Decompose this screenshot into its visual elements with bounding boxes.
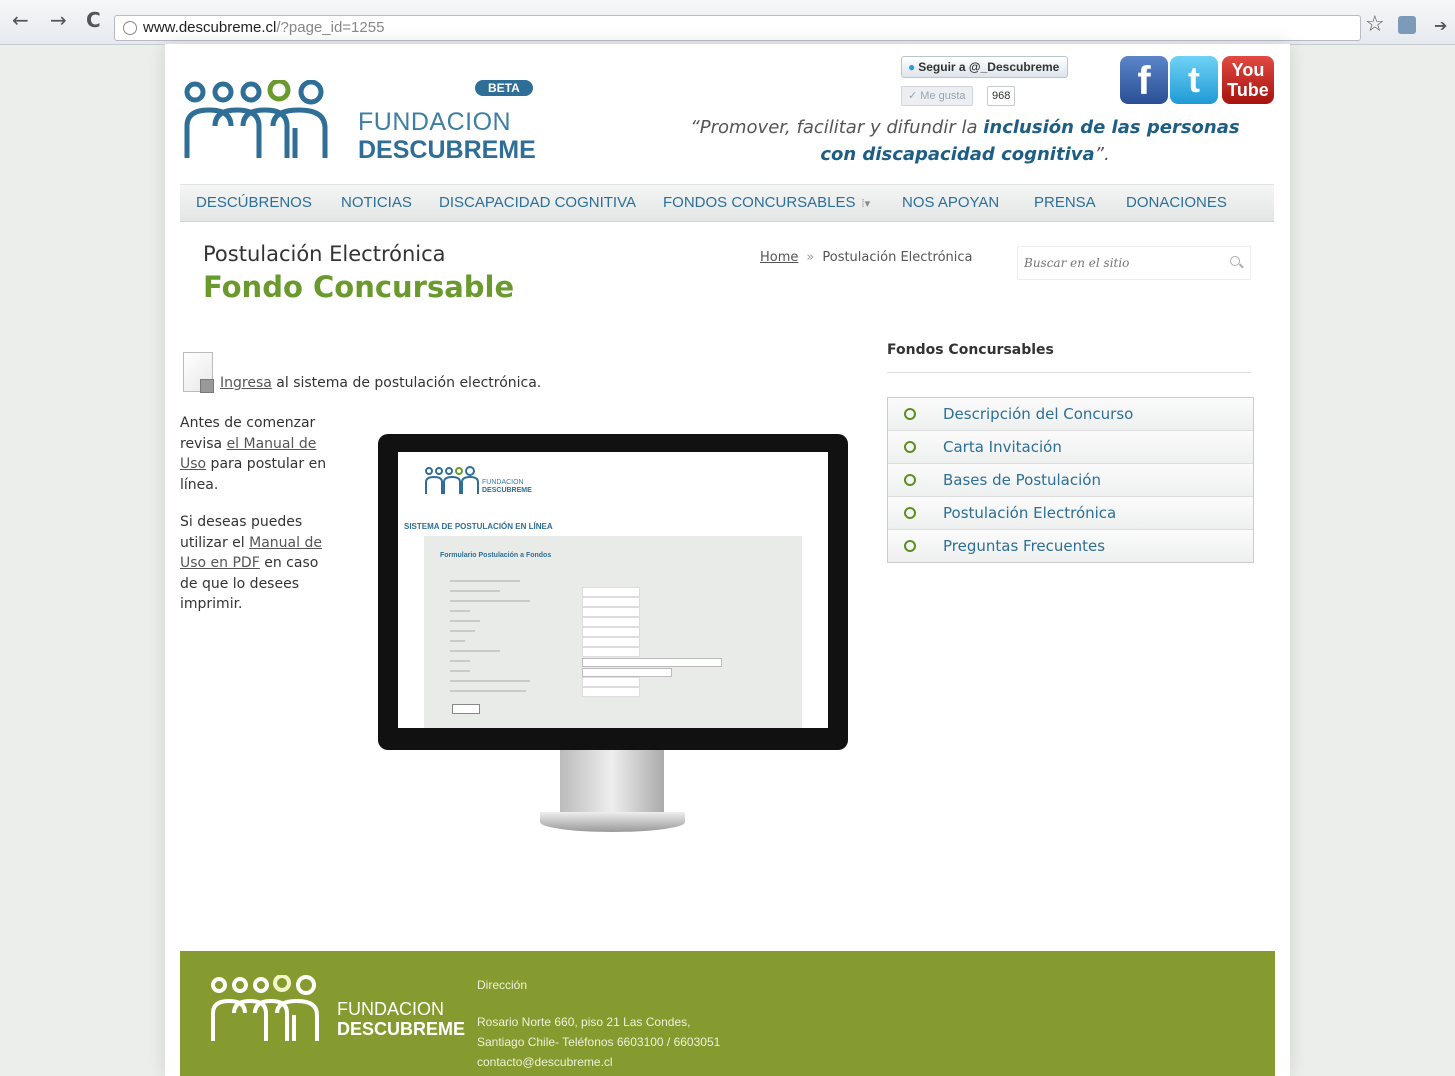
tagline: “Promover, facilitar y difundir la inclu… — [685, 114, 1245, 168]
url-host: www.descubreme.cl — [143, 19, 277, 36]
footer-address-2: Santiago Chile- Teléfonos 6603100 / 6603… — [477, 1035, 721, 1049]
tagline-end: ”. — [1094, 144, 1110, 165]
sidebar-item-descripcion[interactable]: Descripción del Concurso — [888, 398, 1253, 431]
footer-email[interactable]: contacto@descubreme.cl — [477, 1055, 613, 1069]
menu-item-prensa[interactable]: PRENSA — [1034, 185, 1096, 221]
screen-form-panel: Formulario Postulación a Fondos — [424, 536, 802, 728]
logo-people-icon — [184, 80, 328, 158]
sidebar-item-postulacion[interactable]: Postulación Electrónica — [888, 497, 1253, 530]
bullet-circle-icon — [904, 507, 916, 519]
extension-icon[interactable]: ➔ — [1434, 16, 1447, 35]
search-box — [1017, 246, 1251, 280]
svg-text:FUNDACION: FUNDACION — [482, 479, 524, 486]
sidebar-item-bases[interactable]: Bases de Postulación — [888, 464, 1253, 497]
bullet-circle-icon — [904, 474, 916, 486]
extension-icon[interactable] — [1398, 16, 1416, 34]
facebook-like-label: Me gusta — [920, 90, 966, 102]
back-icon[interactable]: ← — [12, 10, 29, 30]
bullet-circle-icon — [904, 540, 916, 552]
page-container: FUNDACION DESCUBREME BETA ● Seguir a @_De… — [165, 44, 1290, 1076]
ingresa-line: Ingresa al sistema de postulación electr… — [220, 375, 541, 391]
beta-badge: BETA — [475, 80, 533, 96]
tagline-highlight-1: inclusión de las personas — [983, 117, 1240, 138]
menu-item-noticias[interactable]: NOTICIAS — [341, 185, 412, 221]
document-icon — [183, 352, 214, 393]
forward-icon[interactable]: → — [50, 10, 67, 30]
youtube-label-bottom: Tube — [1227, 80, 1269, 100]
footer-address-1: Rosario Norte 660, piso 21 Las Condes, — [477, 1015, 691, 1029]
sidebar-title: Fondos Concursables — [887, 342, 1054, 358]
sidebar-divider — [887, 372, 1251, 373]
footer-logo-fundacion: FUNDACION — [337, 999, 444, 1019]
browser-toolbar: ← → C www.descubreme.cl/?page_id=1255 ☆ … — [0, 0, 1455, 45]
address-bar[interactable]: www.descubreme.cl/?page_id=1255 — [114, 15, 1361, 41]
menu-item-fondos-label: FONDOS CONCURSABLES — [663, 194, 856, 211]
twitter-follow-label: Seguir a @_Descubreme — [918, 60, 1060, 74]
facebook-like-button[interactable]: ✓ Me gusta — [901, 86, 973, 106]
sidebar-item-label: Descripción del Concurso — [943, 405, 1134, 423]
page-title: Postulación Electrónica — [203, 242, 446, 266]
bullet-circle-icon — [904, 441, 916, 453]
globe-icon — [123, 21, 137, 35]
menu-item-donaciones[interactable]: DONACIONES — [1126, 185, 1227, 221]
screen-title: SISTEMA DE POSTULACIÓN EN LÍNEA — [404, 522, 553, 531]
facebook-like-count: 968 — [987, 86, 1016, 106]
sidebar-item-label: Carta Invitación — [943, 438, 1062, 456]
search-input[interactable] — [1022, 251, 1216, 275]
reload-icon[interactable]: C — [86, 10, 101, 30]
sidebar-item-preguntas[interactable]: Preguntas Frecuentes — [888, 530, 1253, 562]
logo-text-fundacion: FUNDACION — [358, 108, 512, 136]
site-footer: FUNDACION DESCUBREME Dirección Rosario N… — [180, 951, 1275, 1076]
page-subtitle: Fondo Concursable — [203, 270, 515, 304]
twitter-follow-button[interactable]: ● Seguir a @_Descubreme — [901, 56, 1069, 78]
sidebar-menu: Descripción del Concurso Carta Invitació… — [887, 397, 1254, 563]
tagline-highlight-2: con discapacidad cognitiva — [820, 144, 1095, 165]
facebook-icon[interactable]: f — [1120, 56, 1168, 104]
ingresa-text: al sistema de postulación electrónica. — [271, 375, 542, 391]
menu-item-discapacidad-cognitiva[interactable]: DISCAPACIDAD COGNITIVA — [439, 185, 636, 221]
footer-logo-people-icon — [211, 974, 319, 1041]
breadcrumb: Home » Postulación Electrónica — [760, 250, 973, 265]
ingresa-link[interactable]: Ingresa — [220, 375, 272, 391]
menu-item-nos-apoyan[interactable]: NOS APOYAN — [902, 185, 999, 221]
footer-heading: Dirección — [477, 978, 528, 992]
sidebar-item-label: Postulación Electrónica — [943, 504, 1117, 522]
sidebar-item-label: Preguntas Frecuentes — [943, 537, 1106, 555]
pdf-paragraph: Si deseas puedes utilizar el Manual de U… — [180, 512, 340, 615]
breadcrumb-current: Postulación Electrónica — [822, 250, 973, 265]
manual-paragraph: Antes de comenzar revisa el Manual de Us… — [180, 413, 340, 495]
tagline-text: “Promover, facilitar y difundir la — [690, 117, 984, 138]
chevron-down-icon: ⁞▾ — [861, 198, 871, 210]
svg-text:DESCUBREME: DESCUBREME — [482, 487, 532, 494]
twitter-icon[interactable]: t — [1170, 56, 1218, 104]
breadcrumb-home-link[interactable]: Home — [760, 250, 798, 265]
twitter-bird-icon: ● — [908, 60, 916, 74]
sidebar-item-carta[interactable]: Carta Invitación — [888, 431, 1253, 464]
footer-logo-descubreme: DESCUBREME — [337, 1019, 466, 1039]
breadcrumb-separator: » — [806, 250, 815, 265]
youtube-label-top: You — [1231, 60, 1265, 80]
sidebar-item-label: Bases de Postulación — [943, 471, 1101, 489]
monitor-screenshot-image: FUNDACION DESCUBREME SISTEMA DE POSTULAC… — [378, 434, 848, 834]
screen-form-title: Formulario Postulación a Fondos — [440, 552, 552, 559]
youtube-icon[interactable]: You Tube — [1222, 56, 1274, 104]
search-icon[interactable] — [1230, 256, 1240, 266]
mini-logo-icon: FUNDACION DESCUBREME — [425, 466, 532, 494]
menu-item-descubrenos[interactable]: DESCÚBRENOS — [196, 185, 312, 221]
star-icon[interactable]: ☆ — [1365, 12, 1385, 37]
menu-item-fondos-concursables[interactable]: FONDOS CONCURSABLES ⁞▾ — [663, 185, 870, 222]
url-path: /?page_id=1255 — [276, 19, 385, 36]
footer-logo[interactable]: FUNDACION DESCUBREME — [210, 974, 470, 1045]
logo-text-descubreme: DESCUBREME — [358, 136, 536, 164]
bullet-circle-icon — [904, 408, 916, 420]
main-menu: DESCÚBRENOS NOTICIAS DISCAPACIDAD COGNIT… — [180, 184, 1274, 222]
